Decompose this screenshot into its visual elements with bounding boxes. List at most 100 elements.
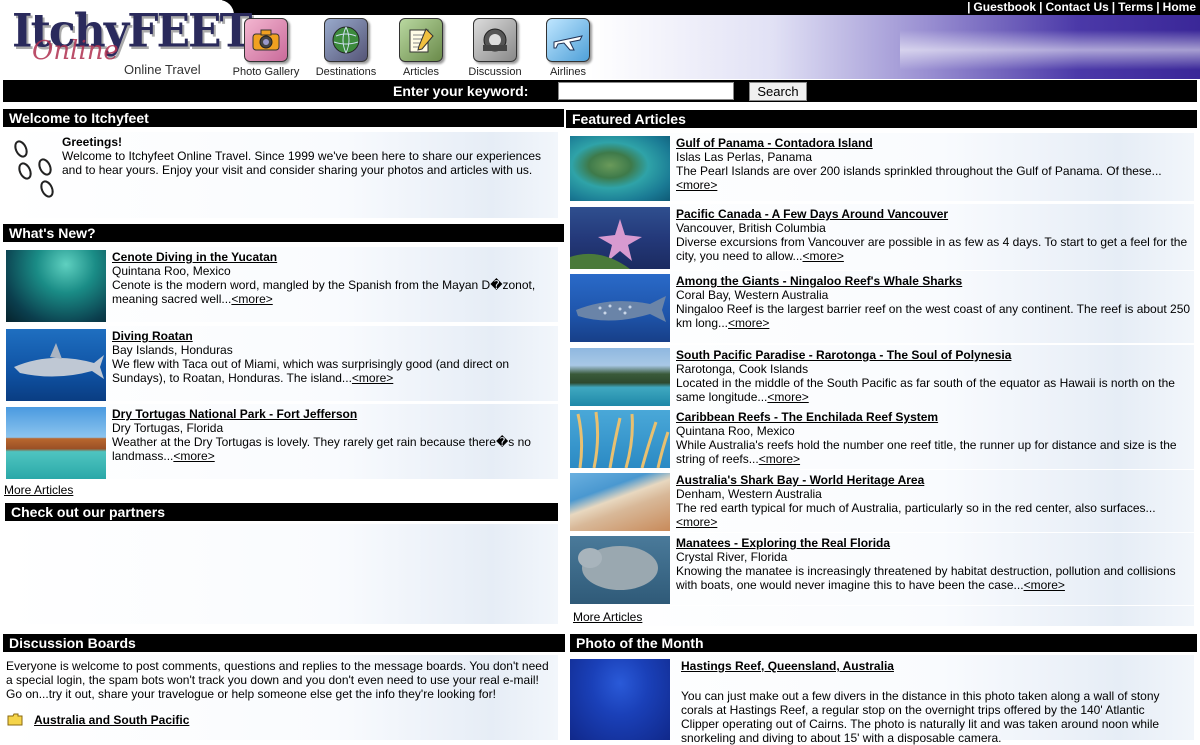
article-title-link[interactable]: Cenote Diving in the Yucatan (112, 250, 552, 264)
article-location: Islas Las Perlas, Panama (676, 150, 813, 164)
article-title-link[interactable]: Manatees - Exploring the Real Florida (676, 536, 1191, 550)
search-button[interactable]: Search (749, 82, 807, 101)
rarotonga-thumbnail[interactable] (570, 348, 670, 406)
partners-panel (3, 524, 558, 624)
folder-icon (7, 713, 23, 726)
featured-more-articles[interactable]: More Articles (573, 610, 642, 624)
welcome-panel: Greetings! Welcome to Itchyfeet Online T… (3, 132, 558, 218)
list-item: Australia's Shark Bay - World Heritage A… (566, 470, 1194, 532)
more-link[interactable]: <more> (1024, 578, 1065, 592)
list-item: Diving Roatan Bay Islands, Honduras We f… (3, 326, 558, 401)
camera-icon (244, 18, 288, 62)
site-header: | Guestbook | Contact Us | Terms | Home ItchyFE… (0, 0, 1200, 80)
article-location: Coral Bay, Western Australia (676, 288, 829, 302)
search-label: Enter your keyword: (393, 83, 529, 99)
article-desc: We flew with Taca out of Miami, which wa… (112, 357, 510, 385)
article-desc: Located in the middle of the South Pacif… (676, 376, 1175, 404)
article-desc: The red earth typical for much of Austra… (676, 501, 1156, 515)
article-desc: Diverse excursions from Vancouver are po… (676, 235, 1188, 263)
nav-airlines[interactable]: Airlines (528, 18, 608, 78)
search-input[interactable] (558, 82, 734, 100)
article-title-link[interactable]: Pacific Canada - A Few Days Around Vanco… (676, 207, 1191, 221)
list-item: Gulf of Panama - Contadora Island Islas … (566, 133, 1194, 201)
list-item: Pacific Canada - A Few Days Around Vanco… (566, 204, 1194, 270)
nav-label: Articles (402, 66, 440, 78)
manatee-thumbnail[interactable] (570, 536, 670, 604)
airplane-icon (546, 18, 590, 62)
reef-thumbnail[interactable] (570, 410, 670, 468)
article-title-link[interactable]: Dry Tortugas National Park - Fort Jeffer… (112, 407, 552, 421)
cenote-thumbnail[interactable] (6, 250, 106, 322)
nav-discussion[interactable]: Discussion (455, 18, 535, 78)
article-location: Crystal River, Florida (676, 550, 788, 564)
photo-month-panel: Hastings Reef, Queensland, Australia You… (566, 655, 1194, 745)
site-logo[interactable]: ItchyFEET Online Online Travel (12, 5, 252, 78)
header-cloud-streak (900, 30, 1200, 70)
article-title-link[interactable]: Australia's Shark Bay - World Heritage A… (676, 473, 1191, 487)
more-link[interactable]: <more> (767, 390, 808, 404)
list-item: South Pacific Paradise - Rarotonga - The… (566, 345, 1194, 407)
panama-thumbnail[interactable] (570, 136, 670, 201)
nav-label: Photo Gallery (232, 66, 300, 78)
nav-label: Destinations (315, 66, 377, 78)
article-title-link[interactable]: Caribbean Reefs - The Enchilada Reef Sys… (676, 410, 1191, 424)
logo-script: Online (32, 36, 119, 66)
hastings-reef-photo[interactable] (570, 659, 670, 740)
article-title-link[interactable]: South Pacific Paradise - Rarotonga - The… (676, 348, 1191, 362)
whats-new-more-articles[interactable]: More Articles (4, 483, 73, 497)
more-link[interactable]: <more> (231, 292, 272, 306)
logo-subtitle: Online Travel (124, 62, 201, 77)
list-item: Among the Giants - Ningaloo Reef's Whale… (566, 271, 1194, 343)
article-location: Bay Islands, Honduras (112, 343, 233, 357)
list-item: Caribbean Reefs - The Enchilada Reef Sys… (566, 407, 1194, 469)
article-location: Vancouver, British Columbia (676, 221, 826, 235)
top-links: | Guestbook | Contact Us | Terms | Home (967, 0, 1196, 14)
more-link[interactable]: <more> (728, 316, 769, 330)
more-link[interactable]: <more> (352, 371, 393, 385)
sharkbay-thumbnail[interactable] (570, 473, 670, 531)
terms-link[interactable]: Terms (1118, 0, 1153, 14)
photo-description: You can just make out a few divers in th… (681, 689, 1160, 745)
globe-icon (324, 18, 368, 62)
footprints-icon (9, 137, 59, 199)
discussion-text: Everyone is welcome to post comments, qu… (6, 659, 549, 701)
list-item: Dry Tortugas National Park - Fort Jeffer… (3, 404, 558, 479)
shark-thumbnail[interactable] (6, 329, 106, 401)
vancouver-thumbnail[interactable] (570, 207, 670, 269)
discussion-icon (473, 18, 517, 62)
home-link[interactable]: Home (1163, 0, 1196, 14)
more-link[interactable]: <more> (676, 515, 717, 529)
board-link-australia[interactable]: Australia and South Pacific (34, 713, 189, 727)
article-title-link[interactable]: Among the Giants - Ningaloo Reef's Whale… (676, 274, 1191, 288)
whaleshark-thumbnail[interactable] (570, 274, 670, 342)
article-desc: Cenote is the modern word, mangled by th… (112, 278, 536, 306)
partners-heading: Check out our partners (5, 503, 558, 521)
welcome-text: Welcome to Itchyfeet Online Travel. Sinc… (62, 149, 542, 177)
article-desc: Knowing the manatee is increasingly thre… (676, 564, 1176, 592)
featured-footer (566, 606, 1194, 626)
featured-articles-heading: Featured Articles (566, 110, 1197, 128)
more-link[interactable]: <more> (803, 249, 844, 263)
guestbook-link[interactable]: Guestbook (973, 0, 1036, 14)
article-desc: The Pearl Islands are over 200 islands s… (676, 164, 1162, 178)
article-location: Quintana Roo, Mexico (676, 424, 795, 438)
greeting-text: Greetings! (62, 135, 123, 149)
more-link[interactable]: <more> (676, 178, 717, 192)
welcome-heading: Welcome to Itchyfeet (3, 109, 564, 127)
nav-articles[interactable]: Articles (381, 18, 461, 78)
photo-title-link[interactable]: Hastings Reef, Queensland, Australia (681, 659, 894, 673)
article-title-link[interactable]: Diving Roatan (112, 329, 552, 343)
nav-photo-gallery[interactable]: Photo Gallery (226, 18, 306, 78)
more-link[interactable]: <more> (759, 452, 800, 466)
article-title-link[interactable]: Gulf of Panama - Contadora Island (676, 136, 1191, 150)
discussion-panel: Everyone is welcome to post comments, qu… (3, 655, 558, 740)
contact-us-link[interactable]: Contact Us (1045, 0, 1108, 14)
fort-thumbnail[interactable] (6, 407, 106, 479)
nav-destinations[interactable]: Destinations (306, 18, 386, 78)
article-desc: While Australia's reefs hold the number … (676, 438, 1177, 466)
article-location: Rarotonga, Cook Islands (676, 362, 809, 376)
photo-of-the-month-heading: Photo of the Month (570, 634, 1197, 652)
nav-label: Airlines (549, 66, 587, 78)
more-link[interactable]: <more> (173, 449, 214, 463)
whats-new-heading: What's New? (3, 224, 564, 242)
